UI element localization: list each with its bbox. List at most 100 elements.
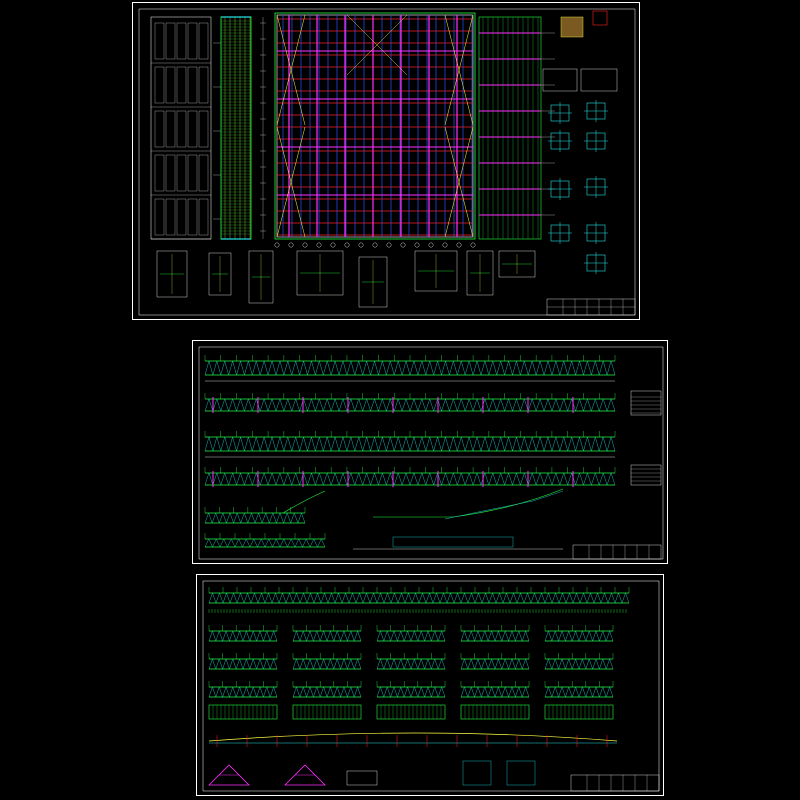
web-member [334,398,340,412]
web-member [544,658,549,670]
web-member [515,630,519,642]
web-member [228,360,233,376]
web-member [610,472,616,486]
web-member [572,658,576,670]
web-member [319,360,324,376]
web-member [544,630,549,642]
web-member [303,436,308,452]
web-member [498,686,502,698]
web-member [257,592,262,604]
web-member [236,398,241,412]
grid-axis-bubble [372,242,378,248]
web-member [212,436,218,452]
web-member [582,630,586,642]
web-member [599,360,604,376]
web-member [267,436,273,452]
web-member [547,436,553,452]
web-member [504,360,509,376]
web-member [330,472,336,486]
web-member [476,436,482,452]
web-member [559,436,564,452]
web-member [309,538,314,548]
web-member [544,686,549,698]
web-member [397,592,402,604]
web-member [441,360,446,376]
web-member [271,360,277,376]
web-member [502,592,507,604]
web-member [561,658,566,670]
web-member [287,538,292,548]
bolt-detail [580,68,618,92]
web-member [599,472,604,486]
web-member [327,360,332,376]
web-member [215,512,220,524]
web-member [421,472,426,486]
web-member [350,436,356,452]
web-member [413,472,419,486]
end-wall-frame [220,16,252,240]
web-member [409,360,415,376]
web-member [387,592,392,604]
web-member [252,360,257,376]
web-member [263,398,269,412]
web-member [414,658,418,670]
web-member [461,472,466,486]
web-member [323,398,328,412]
web-member [414,686,418,698]
web-member [215,630,220,642]
web-member [242,630,247,642]
web-member [350,360,356,376]
web-member [492,360,497,376]
web-member [508,658,513,670]
web-member [326,658,331,670]
web-member [279,538,284,548]
grid-axis-bubble [414,242,420,248]
web-member [464,360,470,376]
web-member [427,658,432,670]
web-member [569,592,574,604]
web-member [464,592,469,604]
web-member [354,398,359,412]
truss-elevation [544,681,614,698]
web-member [499,592,504,604]
web-member [592,658,597,670]
web-member [438,686,442,698]
elevation-window-panel [187,22,198,60]
web-member [525,658,530,670]
web-member [621,592,626,604]
web-member [296,592,301,604]
web-member [253,538,258,548]
web-member [334,472,340,486]
web-member [530,592,535,604]
web-member [413,360,419,376]
web-member [409,398,415,412]
web-member [380,686,384,698]
web-member [568,630,573,642]
web-member [271,436,277,452]
web-member [290,512,295,524]
web-member [561,686,566,698]
web-member [528,398,533,412]
web-member [248,360,253,376]
web-member [247,512,252,524]
web-member [417,658,422,670]
web-member [306,658,311,670]
web-member [587,472,592,486]
web-member [358,472,363,486]
web-member [595,436,600,452]
web-member [565,658,569,670]
web-member [254,512,259,524]
web-member [508,360,513,376]
web-member [248,472,253,486]
web-member [219,538,224,548]
web-member [249,538,254,548]
web-member [494,686,499,698]
web-member [307,398,312,412]
web-member [256,658,261,670]
web-member [286,512,291,524]
web-member [467,686,472,698]
web-member [606,436,612,452]
web-member [250,592,255,604]
web-member [429,360,434,376]
web-member [591,436,596,452]
